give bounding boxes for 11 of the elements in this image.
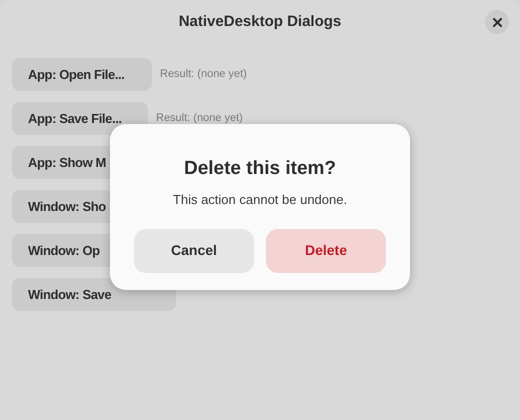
- result-text: Result: (none yet): [160, 67, 247, 82]
- result-text: Result: (none yet): [156, 111, 243, 126]
- dialog-title: Delete this item?: [184, 157, 336, 181]
- action-button[interactable]: App: Save File...: [12, 102, 148, 135]
- action-button[interactable]: App: Open File...: [12, 58, 152, 91]
- close-button[interactable]: [485, 10, 509, 34]
- close-icon: [492, 18, 502, 26]
- delete-button[interactable]: Delete: [266, 228, 386, 272]
- cancel-button[interactable]: Cancel: [134, 228, 254, 272]
- dialog-message: This action cannot be undone.: [172, 191, 348, 209]
- window-title: NativeDesktop Dialogs: [178, 12, 342, 32]
